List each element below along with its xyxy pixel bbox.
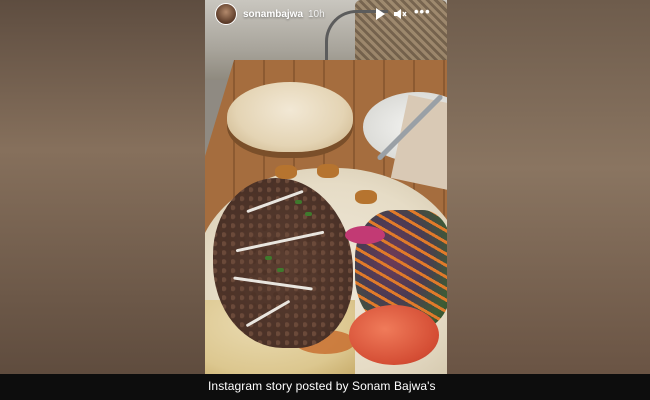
story-photo — [205, 0, 447, 374]
photo-herb — [277, 268, 284, 272]
photo-pickled-onion — [345, 226, 385, 244]
story-timestamp: 10h — [308, 9, 325, 20]
avatar[interactable] — [215, 3, 237, 25]
photo-herb — [295, 200, 302, 204]
image-caption: Instagram story posted by Sonam Bajwa's — [208, 379, 436, 393]
photo-potato — [317, 164, 339, 178]
instagram-story-frame[interactable]: sonambajwa 10h ••• — [205, 0, 447, 374]
photo-potato — [355, 190, 377, 204]
speaker-icon[interactable] — [393, 7, 407, 21]
photo-herb — [305, 212, 312, 216]
more-horizontal-icon[interactable]: ••• — [414, 4, 431, 19]
play-icon[interactable] — [376, 8, 385, 20]
photo-bread-bowl — [227, 82, 353, 152]
story-header: sonambajwa 10h ••• — [205, 0, 447, 30]
photo-potato — [275, 165, 297, 179]
photo-herb — [265, 256, 272, 260]
story-username[interactable]: sonambajwa — [243, 9, 303, 20]
photo-tomato-slice — [349, 305, 439, 365]
background-blur-left — [0, 0, 205, 374]
background-blur-right — [447, 0, 650, 374]
